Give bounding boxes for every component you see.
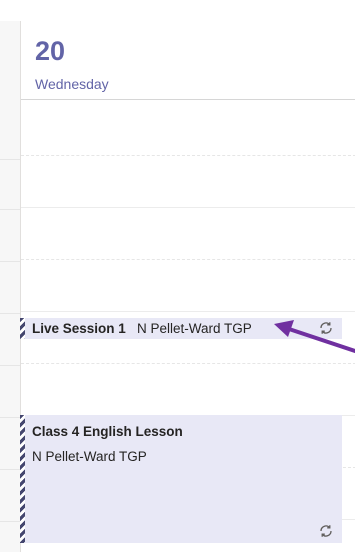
- day-name: Wednesday: [35, 76, 109, 92]
- gutter-line: [0, 313, 20, 314]
- hour-line: [21, 207, 355, 208]
- gutter-line: [0, 159, 20, 160]
- half-hour-line: [21, 363, 355, 364]
- top-bar: [0, 0, 355, 22]
- event-stripe: [20, 415, 25, 543]
- event-title: Class 4 English Lesson: [32, 424, 183, 439]
- hour-line: [21, 311, 355, 312]
- gutter-line: [0, 521, 20, 522]
- gutter-line: [0, 209, 20, 210]
- event-organizer: N Pellet-Ward TGP: [32, 449, 147, 464]
- half-hour-line: [21, 259, 355, 260]
- day-number: 20: [35, 36, 66, 66]
- event-organizer: N Pellet-Ward TGP: [137, 321, 252, 336]
- gutter-line: [0, 469, 20, 470]
- day-header[interactable]: 20 Wednesday: [21, 21, 355, 100]
- event-title: Live Session 1: [32, 321, 126, 336]
- half-hour-line: [21, 155, 355, 156]
- arrow-annotation-icon: [274, 320, 355, 353]
- event-stripe: [20, 318, 25, 339]
- time-gutter: [0, 21, 20, 552]
- gutter-line: [0, 261, 20, 262]
- recurring-icon: [320, 525, 332, 537]
- event-class-4-english-lesson[interactable]: Class 4 English Lesson N Pellet-Ward TGP: [20, 415, 342, 543]
- gutter-line: [0, 365, 20, 366]
- gutter-line: [0, 417, 20, 418]
